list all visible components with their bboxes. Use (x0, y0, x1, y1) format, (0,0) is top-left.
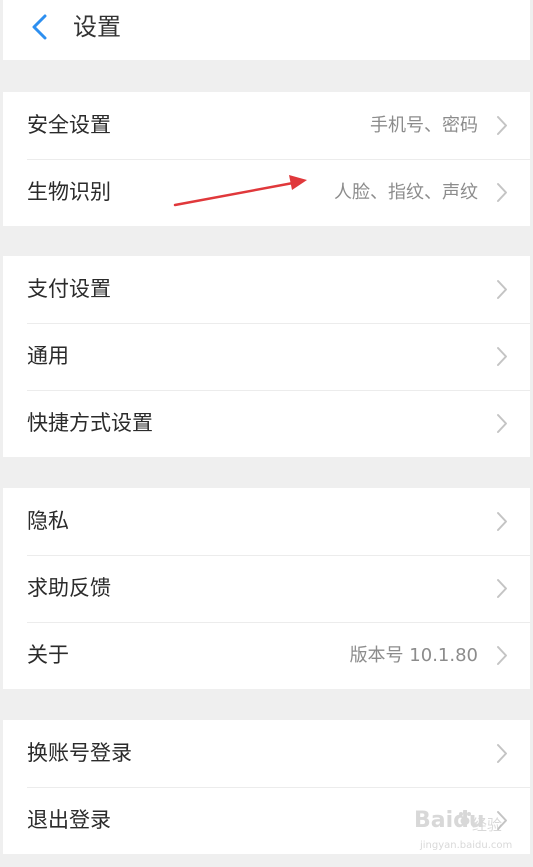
page-title: 设置 (73, 13, 121, 41)
watermark-cn: 经验 (472, 816, 503, 834)
watermark-url: jingyan.baidu.com (420, 840, 513, 851)
settings-row-switch-account[interactable]: 换账号登录 (3, 720, 530, 787)
row-label: 关于 (27, 643, 69, 667)
row-label: 支付设置 (27, 277, 111, 301)
row-label: 快捷方式设置 (27, 411, 153, 435)
row-value: 手机号、密码 (370, 115, 478, 136)
paw-logo-icon (459, 810, 471, 825)
chevron-right-icon (497, 414, 507, 433)
row-value: 人脸、指纹、声纹 (334, 182, 478, 203)
settings-group-security: 安全设置 手机号、密码 生物识别 人脸、指纹、声纹 (3, 92, 530, 226)
chevron-right-icon (497, 116, 507, 135)
settings-group-general: 支付设置 通用 快捷方式设置 (3, 256, 530, 457)
row-label: 换账号登录 (27, 741, 132, 765)
chevron-right-icon (497, 512, 507, 531)
settings-row-security[interactable]: 安全设置 手机号、密码 (3, 92, 530, 159)
version-value: 版本号 10.1.80 (349, 645, 478, 666)
settings-row-shortcuts[interactable]: 快捷方式设置 (3, 390, 530, 457)
settings-row-biometrics[interactable]: 生物识别 人脸、指纹、声纹 (3, 159, 530, 226)
settings-row-privacy[interactable]: 隐私 (3, 488, 530, 555)
row-label: 隐私 (27, 509, 69, 533)
settings-row-general[interactable]: 通用 (3, 323, 530, 390)
chevron-right-icon (497, 183, 507, 202)
row-label: 退出登录 (27, 808, 111, 832)
row-label: 求助反馈 (27, 576, 111, 600)
settings-row-payment[interactable]: 支付设置 (3, 256, 530, 323)
back-chevron-icon[interactable] (29, 14, 53, 40)
settings-row-about[interactable]: 关于 版本号 10.1.80 (3, 622, 530, 689)
settings-group-support: 隐私 求助反馈 关于 版本号 10.1.80 (3, 488, 530, 689)
row-label: 安全设置 (27, 113, 111, 137)
baidu-jingyan-watermark: Baidu 经验 jingyan.baidu.com (408, 806, 526, 862)
chevron-right-icon (497, 646, 507, 665)
chevron-right-icon (497, 347, 507, 366)
settings-row-feedback[interactable]: 求助反馈 (3, 555, 530, 622)
row-label: 通用 (27, 344, 69, 368)
row-label: 生物识别 (27, 180, 111, 204)
chevron-right-icon (497, 744, 507, 763)
top-bar: 设置 (3, 0, 530, 60)
chevron-right-icon (497, 280, 507, 299)
chevron-right-icon (497, 579, 507, 598)
